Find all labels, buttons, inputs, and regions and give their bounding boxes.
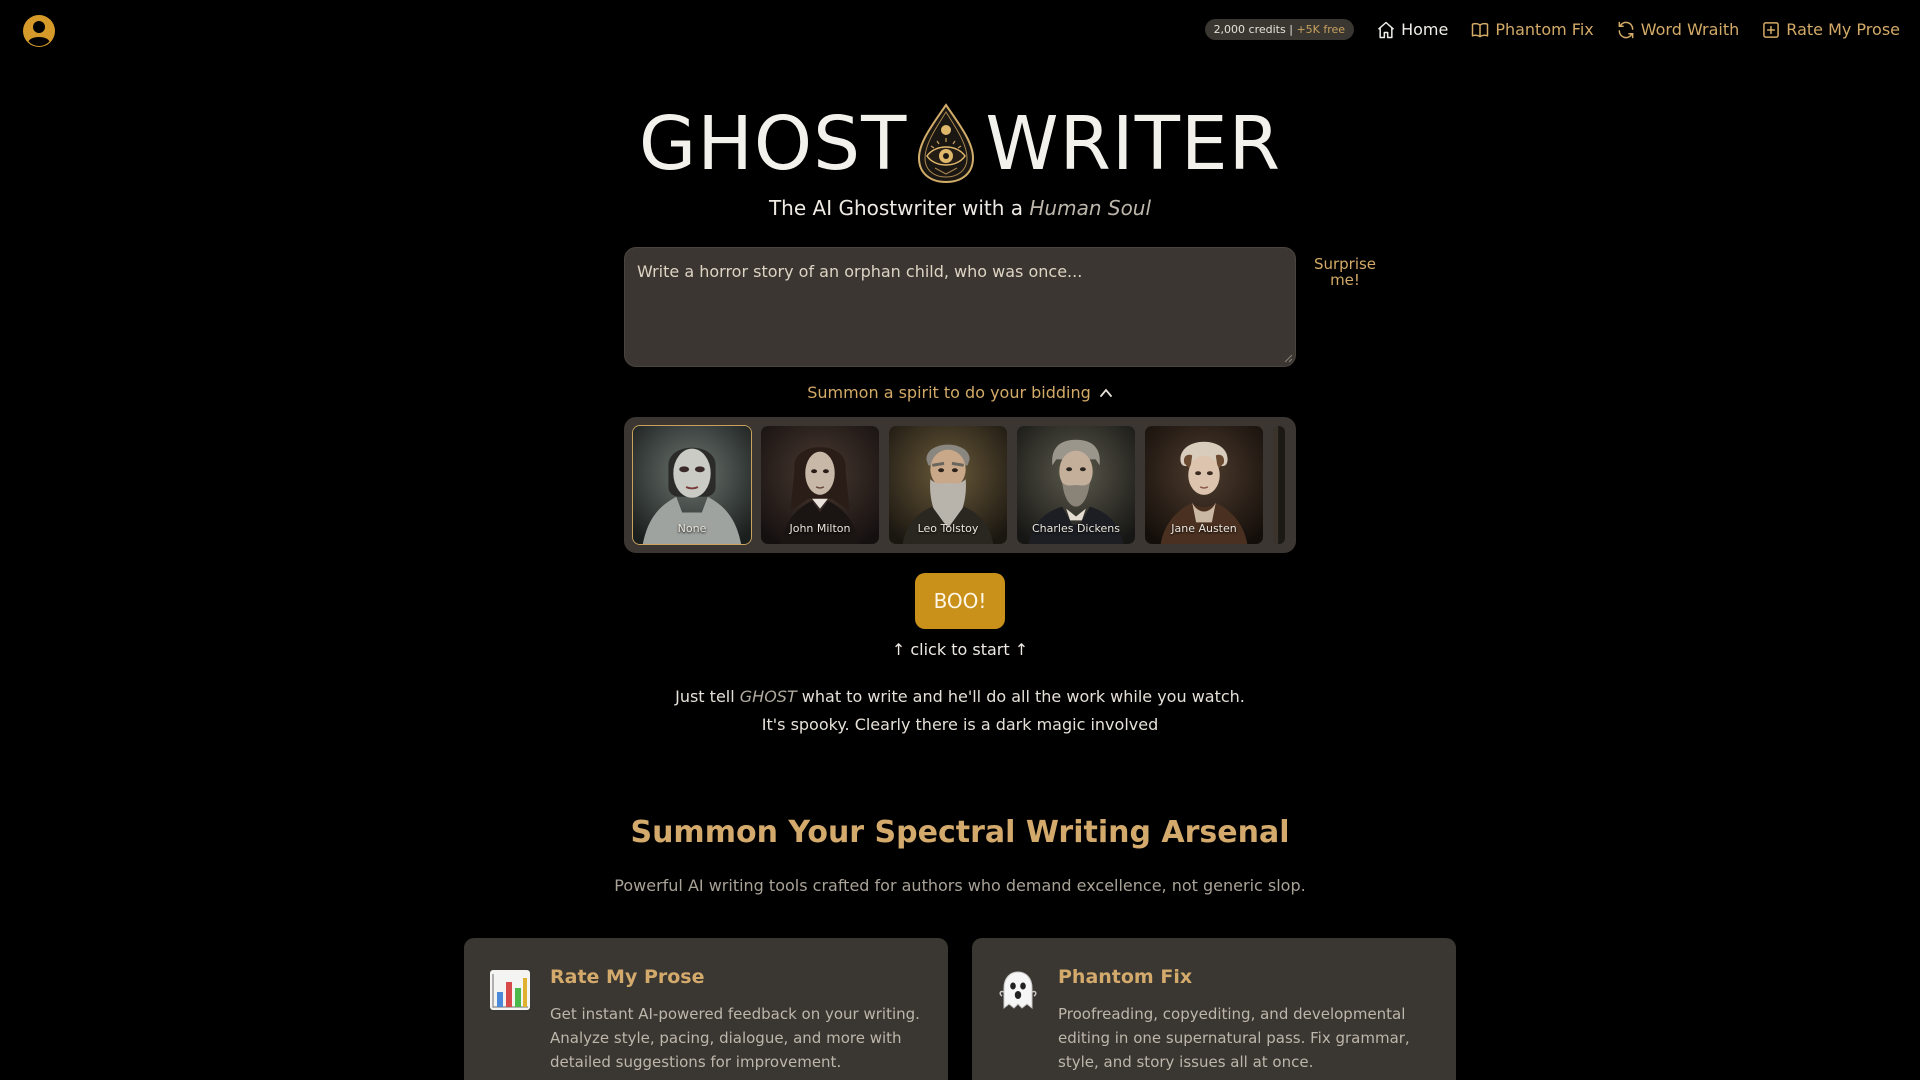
spirit-card-leo-tolstoy[interactable]: Leo Tolstoy bbox=[888, 425, 1008, 545]
description-line-1-suffix: what to write and he'll do all the work … bbox=[796, 687, 1245, 706]
credits-badge[interactable]: 2,000 credits | +5K free bbox=[1204, 19, 1355, 40]
user-avatar-icon[interactable] bbox=[22, 14, 56, 48]
nav-home[interactable]: Home bbox=[1376, 20, 1448, 40]
refresh-icon bbox=[1618, 21, 1634, 38]
feature-card-description: Proofreading, copyediting, and developme… bbox=[1058, 1005, 1410, 1071]
tagline: The AI Ghostwriter with a Human Soul bbox=[0, 196, 1920, 220]
spirit-card-jane-austen[interactable]: Jane Austen bbox=[1144, 425, 1264, 545]
spirit-name: None bbox=[677, 522, 707, 535]
feature-card-title: Phantom Fix bbox=[1058, 966, 1193, 988]
book-icon bbox=[1472, 22, 1489, 37]
spirit-card-john-milton[interactable]: John Milton bbox=[760, 425, 880, 545]
spirit-selector: None John Milton Leo Tolstoy Charles Dic… bbox=[624, 417, 1296, 553]
plus-square-icon bbox=[1763, 21, 1780, 38]
feature-card-description: Get instant AI-powered feedback on your … bbox=[550, 1005, 920, 1071]
ghostwriter-logo: GHOST WRITER bbox=[0, 101, 1920, 187]
click-to-start-hint: ↑ click to start ↑ bbox=[891, 640, 1029, 659]
spirit-card-partial[interactable] bbox=[1272, 425, 1286, 545]
summon-spirit-toggle[interactable]: Summon a spirit to do your bidding bbox=[0, 383, 1920, 402]
spirit-name: Charles Dickens bbox=[1032, 522, 1120, 535]
spirit-card-charles-dickens[interactable]: Charles Dickens bbox=[1016, 425, 1136, 545]
nav-home-label: Home bbox=[1401, 20, 1449, 39]
description-ghost-word: GHOST bbox=[739, 687, 797, 706]
logo-text-writer: WRITER bbox=[985, 101, 1282, 187]
top-navigation: 2,000 credits | +5K free Home Phantom Fi… bbox=[1204, 19, 1900, 40]
nav-rate-my-prose-label: Rate My Prose bbox=[1786, 20, 1900, 39]
feature-card-phantom-fix[interactable]: Phantom Fix Proofreading, copyediting, a… bbox=[972, 938, 1456, 1080]
spirit-portrait bbox=[1273, 426, 1285, 544]
description-line-1-prefix: Just tell bbox=[675, 687, 740, 706]
chevron-up-icon bbox=[1099, 388, 1112, 397]
tagline-emphasis: Human Soul bbox=[1029, 196, 1152, 220]
description: Just tell GHOST what to write and he'll … bbox=[0, 683, 1920, 739]
home-icon bbox=[1378, 21, 1395, 38]
story-prompt-input[interactable] bbox=[624, 247, 1296, 367]
surprise-me-button[interactable]: Surprise me! bbox=[1306, 256, 1384, 288]
spirit-name: Jane Austen bbox=[1171, 522, 1237, 535]
credits-amount: 2,000 credits | bbox=[1213, 23, 1293, 36]
description-line-1: Just tell GHOST what to write and he'll … bbox=[0, 683, 1920, 711]
arsenal-subheading: Powerful AI writing tools crafted for au… bbox=[614, 876, 1306, 895]
boo-start-button[interactable]: BOO! bbox=[915, 573, 1005, 629]
nav-word-wraith-label: Word Wraith bbox=[1640, 20, 1740, 39]
credits-free-bonus: +5K free bbox=[1296, 23, 1346, 36]
ghost-icon bbox=[996, 968, 1040, 1012]
arsenal-heading: Summon Your Spectral Writing Arsenal bbox=[630, 815, 1290, 850]
spirit-name: John Milton bbox=[789, 522, 851, 535]
logo-text-ghost: GHOST bbox=[638, 101, 908, 187]
nav-phantom-fix[interactable]: Phantom Fix bbox=[1470, 20, 1594, 40]
bar-chart-icon bbox=[488, 968, 532, 1012]
tagline-prefix: The AI Ghostwriter with a bbox=[768, 196, 1030, 220]
feature-card-title: Rate My Prose bbox=[550, 966, 705, 988]
spirit-name: Leo Tolstoy bbox=[917, 522, 979, 535]
nav-phantom-fix-label: Phantom Fix bbox=[1495, 20, 1594, 39]
planchette-eye-icon bbox=[918, 103, 975, 184]
feature-card-rate-my-prose[interactable]: Rate My Prose Get instant AI-powered fee… bbox=[464, 938, 948, 1080]
spirit-card-none[interactable]: None bbox=[632, 425, 752, 545]
nav-word-wraith[interactable]: Word Wraith bbox=[1616, 20, 1740, 40]
nav-rate-my-prose[interactable]: Rate My Prose bbox=[1761, 20, 1900, 40]
description-line-2: It's spooky. Clearly there is a dark mag… bbox=[761, 715, 1159, 734]
summon-spirit-label: Summon a spirit to do your bidding bbox=[807, 383, 1091, 402]
